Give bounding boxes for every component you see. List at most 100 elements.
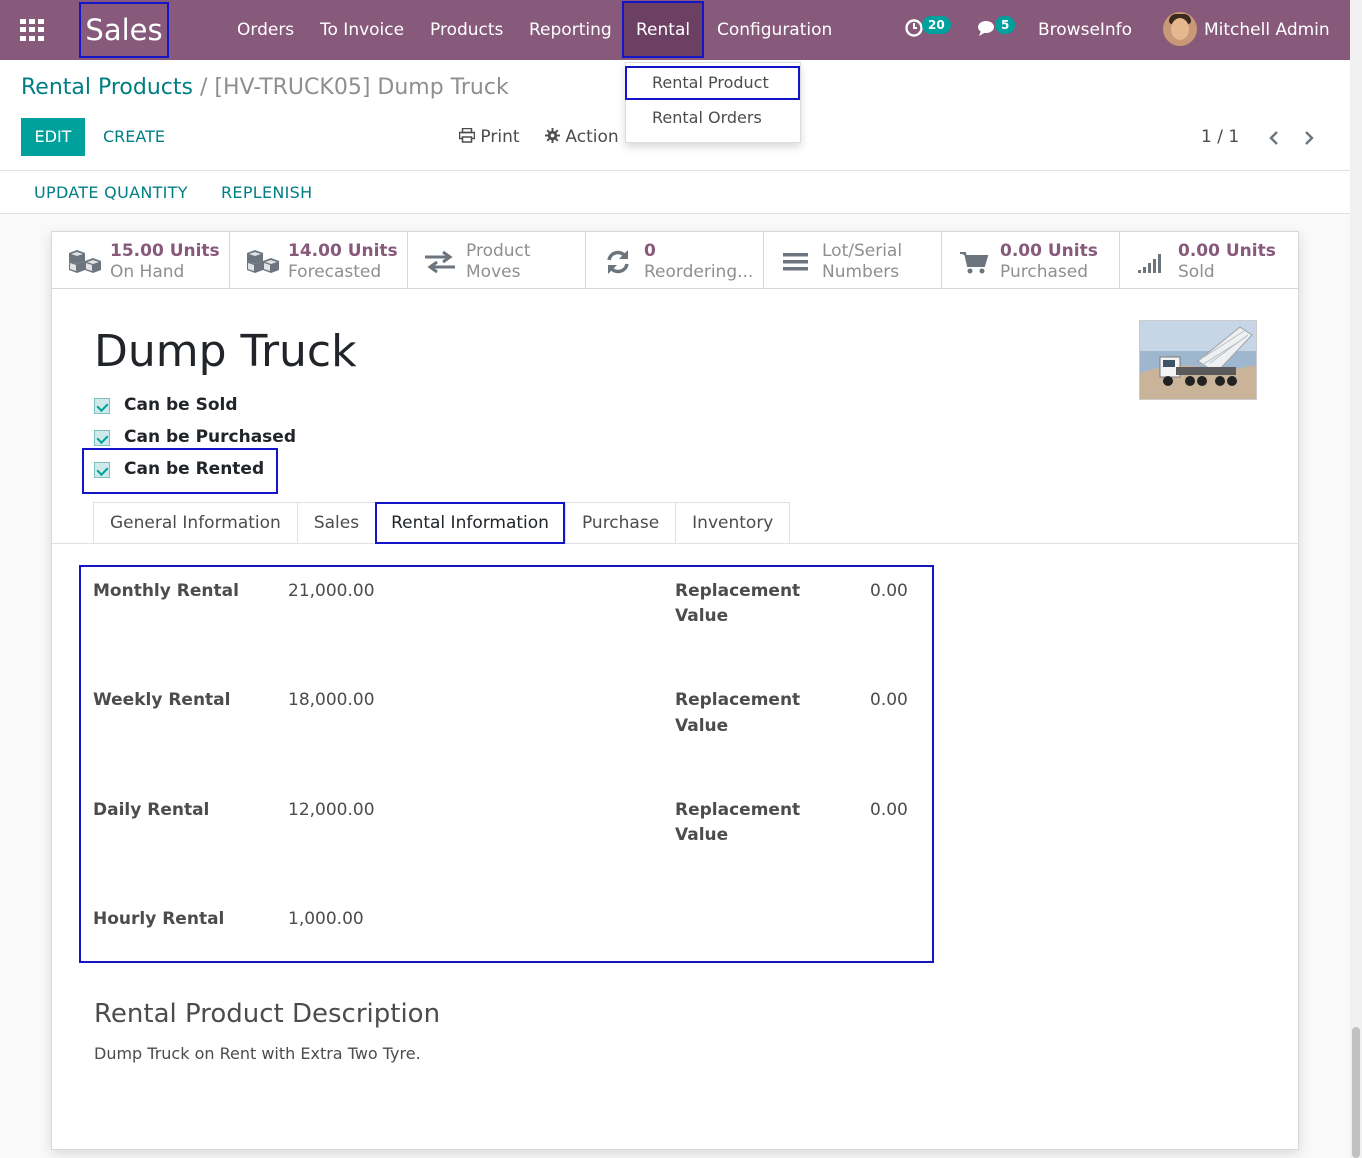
- smart-button-product-moves[interactable]: Product Moves: [408, 232, 586, 289]
- status-bar: UPDATE QUANTITY REPLENISH: [0, 171, 1350, 214]
- tab-general-information[interactable]: General Information: [93, 502, 297, 544]
- tab-rental-information[interactable]: Rental Information: [375, 502, 565, 544]
- print-label: Print: [480, 127, 520, 147]
- rental-information-box: Monthly Rental 21,000.00 Replacement Val…: [79, 565, 934, 963]
- smart-label: Moves: [466, 262, 521, 282]
- chevron-left-icon[interactable]: [1267, 130, 1281, 146]
- rental-dropdown-menu: Rental Product Rental Orders: [625, 62, 801, 143]
- smart-button-reordering[interactable]: 0 Reordering...: [586, 232, 764, 289]
- page-scrollbar[interactable]: [1350, 0, 1362, 1158]
- breadcrumb-separator: /: [199, 75, 208, 100]
- cubes-icon: [69, 250, 101, 273]
- action-label: Action: [565, 127, 619, 147]
- replenish-button[interactable]: REPLENISH: [221, 183, 312, 202]
- hourly-rental-label: Hourly Rental: [93, 909, 225, 929]
- breadcrumb-parent[interactable]: Rental Products: [21, 75, 193, 100]
- menu-to-invoice[interactable]: To Invoice: [320, 0, 404, 60]
- user-menu[interactable]: Mitchell Admin: [1204, 0, 1330, 60]
- smart-label: Reordering...: [644, 262, 754, 282]
- activity-badge: 20: [922, 16, 951, 34]
- tab-sales[interactable]: Sales: [296, 502, 376, 544]
- dump-truck-image: [1140, 321, 1256, 399]
- daily-replacement-value[interactable]: 0.00: [870, 800, 908, 820]
- hourly-rental-value[interactable]: 1,000.00: [288, 909, 364, 929]
- smart-button-lot-serial[interactable]: Lot/Serial Numbers: [764, 232, 942, 289]
- smart-label-line1: Lot/Serial: [822, 241, 903, 261]
- smart-label: Purchased: [1000, 262, 1088, 282]
- action-button[interactable]: Action: [545, 127, 619, 147]
- gear-icon: [545, 128, 560, 143]
- user-avatar[interactable]: [1163, 12, 1197, 46]
- print-button[interactable]: Print: [458, 127, 520, 147]
- breadcrumb: Rental Products / [HV-TRUCK05] Dump Truc…: [21, 75, 509, 100]
- smart-label: Numbers: [822, 262, 900, 282]
- daily-replacement-label-1: Replacement: [675, 800, 801, 820]
- company-switcher[interactable]: BrowseInfo: [1038, 0, 1132, 60]
- smart-label: Sold: [1178, 262, 1215, 282]
- scrollbar-thumb[interactable]: [1352, 1027, 1360, 1158]
- daily-rental-label: Daily Rental: [93, 800, 210, 820]
- description-heading: Rental Product Description: [94, 999, 441, 1029]
- smart-value: 0.00 Units: [1178, 241, 1276, 261]
- smart-buttons: 15.00 Units On Hand 14.00 Units Forecast…: [52, 232, 1298, 289]
- menu-configuration[interactable]: Configuration: [717, 0, 832, 60]
- daily-rental-value[interactable]: 12,000.00: [288, 800, 375, 820]
- messages-badge: 5: [995, 16, 1016, 34]
- smart-value: 15.00 Units: [110, 241, 220, 261]
- dropdown-item-rental-product[interactable]: Rental Product: [625, 66, 800, 100]
- exchange-icon: [425, 250, 455, 274]
- can-be-sold-label: Can be Sold: [124, 395, 238, 415]
- weekly-rental-value[interactable]: 18,000.00: [288, 690, 375, 710]
- smart-label: Forecasted: [288, 262, 382, 282]
- menu-products[interactable]: Products: [430, 0, 503, 60]
- product-image[interactable]: [1139, 320, 1257, 400]
- weekly-replacement-label-1: Replacement: [675, 690, 801, 710]
- create-button[interactable]: CREATE: [103, 118, 165, 156]
- print-icon: [458, 127, 476, 143]
- product-name[interactable]: Dump Truck: [94, 326, 357, 377]
- smart-button-forecasted[interactable]: 14.00 Units Forecasted: [230, 232, 408, 289]
- smart-value: 14.00 Units: [288, 241, 398, 261]
- smart-button-purchased[interactable]: 0.00 Units Purchased: [942, 232, 1120, 289]
- messages-icon[interactable]: [977, 18, 997, 38]
- smart-value: 0: [644, 241, 656, 261]
- smart-button-on-hand[interactable]: 15.00 Units On Hand: [52, 232, 230, 289]
- can-be-rented-label: Can be Rented: [124, 459, 265, 479]
- daily-replacement-label-2: Value: [675, 825, 729, 845]
- dropdown-item-rental-orders[interactable]: Rental Orders: [626, 101, 802, 135]
- smart-value: 0.00 Units: [1000, 241, 1098, 261]
- description-text[interactable]: Dump Truck on Rent with Extra Two Tyre.: [94, 1044, 421, 1063]
- cubes-icon: [247, 250, 279, 273]
- can-be-purchased-checkbox[interactable]: [94, 430, 110, 446]
- tab-purchase[interactable]: Purchase: [564, 502, 676, 544]
- menu-orders[interactable]: Orders: [237, 0, 294, 60]
- monthly-rental-label: Monthly Rental: [93, 581, 239, 601]
- update-quantity-button[interactable]: UPDATE QUANTITY: [34, 183, 188, 202]
- apps-grid-icon[interactable]: [20, 19, 44, 41]
- monthly-replacement-value[interactable]: 0.00: [870, 581, 908, 601]
- menu-reporting[interactable]: Reporting: [529, 0, 612, 60]
- smart-button-sold[interactable]: 0.00 Units Sold: [1120, 232, 1298, 289]
- monthly-rental-value[interactable]: 21,000.00: [288, 581, 375, 601]
- tab-inventory[interactable]: Inventory: [675, 502, 791, 544]
- smart-label-line1: Product: [466, 241, 531, 261]
- chevron-right-icon[interactable]: [1302, 130, 1316, 146]
- edit-button[interactable]: EDIT: [21, 118, 85, 156]
- cart-icon: [960, 252, 989, 274]
- refresh-icon: [607, 250, 629, 274]
- notebook-tabs: General Information Sales Rental Informa…: [93, 502, 791, 544]
- pager-value[interactable]: 1 / 1: [1201, 127, 1239, 147]
- can-be-sold-checkbox[interactable]: [94, 398, 110, 414]
- monthly-replacement-label-1: Replacement: [675, 581, 801, 601]
- weekly-replacement-value[interactable]: 0.00: [870, 690, 908, 710]
- can-be-rented-checkbox[interactable]: [94, 462, 110, 478]
- monthly-replacement-label-2: Value: [675, 606, 729, 626]
- bars-icon: [783, 253, 808, 271]
- app-brand[interactable]: Sales: [79, 2, 169, 58]
- signal-icon: [1138, 254, 1161, 273]
- activity-clock-icon[interactable]: [904, 18, 924, 38]
- can-be-purchased-label: Can be Purchased: [124, 427, 297, 447]
- form-sheet: 15.00 Units On Hand 14.00 Units Forecast…: [51, 231, 1299, 1150]
- menu-rental[interactable]: Rental: [622, 1, 705, 58]
- weekly-replacement-label-2: Value: [675, 716, 729, 736]
